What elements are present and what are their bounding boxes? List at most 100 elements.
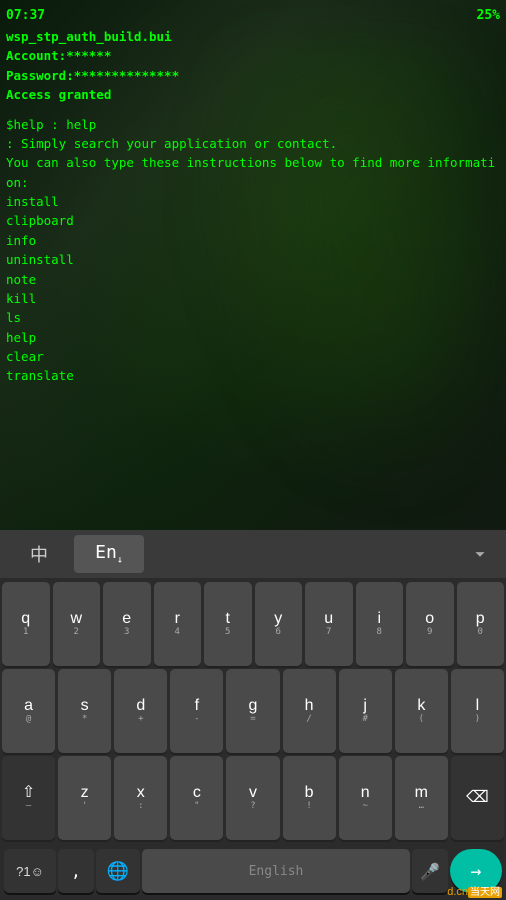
key-x[interactable]: x: — [114, 756, 167, 840]
bottom-bar: ?1☺ , 🌐 English 🎤 → — [0, 842, 506, 900]
key-d[interactable]: d+ — [114, 669, 167, 753]
key-main-label: h — [305, 698, 314, 714]
key-c[interactable]: c" — [170, 756, 223, 840]
key-sub-label: * — [82, 715, 87, 724]
key-main-label: x — [137, 785, 145, 801]
key-sub-label: = — [250, 715, 255, 724]
key-a[interactable]: a@ — [2, 669, 55, 753]
terminal-line: Account:****** — [6, 46, 500, 65]
key-main-label: j — [363, 698, 367, 714]
key-row-2: ⇧—z'x:c"v?b!n~m…⌫ — [2, 756, 504, 840]
key-sub-label: ) — [475, 715, 480, 724]
battery-display: 25% — [477, 8, 500, 23]
key-sub-label: ~ — [363, 802, 368, 811]
key-sub-label: ( — [419, 715, 424, 724]
terminal-area: 07:37 25% wsp_stp_auth_build.buiAccount:… — [0, 0, 506, 530]
key-main-label: t — [226, 611, 230, 627]
terminal-line: kill — [6, 289, 500, 308]
key-w[interactable]: w2 — [53, 582, 101, 666]
key-n[interactable]: n~ — [339, 756, 392, 840]
sym-key[interactable]: ?1☺ — [4, 849, 56, 893]
key-e[interactable]: e3 — [103, 582, 151, 666]
chinese-mode-button[interactable]: 中 — [4, 535, 74, 573]
terminal-line: translate — [6, 366, 500, 385]
key-q[interactable]: q1 — [2, 582, 50, 666]
english-mode-button[interactable]: En↓ — [74, 535, 144, 573]
key-z[interactable]: z' — [58, 756, 111, 840]
terminal-line: ls — [6, 308, 500, 327]
terminal-line: : Simply search your application or cont… — [6, 134, 500, 153]
terminal-line: help — [6, 328, 500, 347]
watermark-dcn: d.cn — [447, 886, 468, 898]
key-main-label: y — [274, 611, 282, 627]
key-l[interactable]: l) — [451, 669, 504, 753]
mode-bar: 中 En↓ — [0, 530, 506, 578]
key-sub-label: 4 — [175, 628, 180, 637]
key-main-label: o — [425, 611, 434, 627]
key-sub-label: 5 — [225, 628, 230, 637]
key-sub-label: ! — [306, 802, 311, 811]
backspace-key[interactable]: ⌫ — [451, 756, 504, 840]
key-main-label: u — [324, 611, 333, 627]
key-main-label: i — [377, 611, 381, 627]
status-bar: 07:37 25% — [6, 8, 500, 23]
key-s[interactable]: s* — [58, 669, 111, 753]
key-sub-label: ? — [250, 802, 255, 811]
key-g[interactable]: g= — [226, 669, 279, 753]
terminal-line: install — [6, 192, 500, 211]
terminal-line: Password:************** — [6, 66, 500, 85]
keyboard-dismiss-button[interactable] — [458, 535, 502, 573]
terminal-line: info — [6, 231, 500, 250]
globe-key[interactable]: 🌐 — [96, 849, 140, 893]
key-t[interactable]: t5 — [204, 582, 252, 666]
key-main-label: r — [175, 611, 180, 627]
terminal-line: You can also type these instructions bel… — [6, 153, 500, 192]
mic-key[interactable]: 🎤 — [412, 849, 448, 893]
key-f[interactable]: f- — [170, 669, 223, 753]
key-b[interactable]: b! — [283, 756, 336, 840]
key-main-label: l — [476, 698, 480, 714]
key-o[interactable]: o9 — [406, 582, 454, 666]
key-main-label: m — [415, 785, 428, 801]
key-main-label: e — [122, 611, 131, 627]
key-sub-label: — — [26, 802, 31, 811]
key-r[interactable]: r4 — [154, 582, 202, 666]
key-sub-label: … — [419, 802, 424, 811]
key-sub-label: - — [194, 715, 199, 724]
watermark: d.cn当天网 — [447, 883, 502, 898]
shift-key[interactable]: ⇧— — [2, 756, 55, 840]
space-key[interactable]: English — [142, 849, 410, 893]
key-sub-label: @ — [26, 715, 31, 724]
key-sub-label: : — [138, 802, 143, 811]
space-label: English — [249, 864, 304, 879]
terminal-line — [6, 105, 500, 115]
key-k[interactable]: k( — [395, 669, 448, 753]
key-y[interactable]: y6 — [255, 582, 303, 666]
key-j[interactable]: j# — [339, 669, 392, 753]
terminal-line: clear — [6, 347, 500, 366]
key-sub-label: 1 — [23, 628, 28, 637]
key-i[interactable]: i8 — [356, 582, 404, 666]
terminal-line: wsp_stp_auth_build.bui — [6, 27, 500, 46]
key-sub-label: 6 — [276, 628, 281, 637]
key-m[interactable]: m… — [395, 756, 448, 840]
globe-icon: 🌐 — [107, 861, 129, 882]
terminal-line: uninstall — [6, 250, 500, 269]
watermark-site: 当天网 — [468, 887, 502, 898]
enter-icon: → — [471, 861, 482, 882]
key-sub-label: 2 — [74, 628, 79, 637]
key-main-label: n — [361, 785, 370, 801]
key-row-0: q1w2e3r4t5y6u7i8o9p0 — [2, 582, 504, 666]
terminal-line: $help : help — [6, 115, 500, 134]
key-p[interactable]: p0 — [457, 582, 505, 666]
key-h[interactable]: h/ — [283, 669, 336, 753]
key-main-label: d — [136, 698, 145, 714]
key-v[interactable]: v? — [226, 756, 279, 840]
key-sub-label: 3 — [124, 628, 129, 637]
mic-icon: 🎤 — [420, 862, 440, 881]
key-main-label: w — [70, 611, 82, 627]
key-main-label: p — [476, 611, 485, 627]
key-u[interactable]: u7 — [305, 582, 353, 666]
key-main-label: q — [21, 611, 30, 627]
comma-key[interactable]: , — [58, 849, 94, 893]
